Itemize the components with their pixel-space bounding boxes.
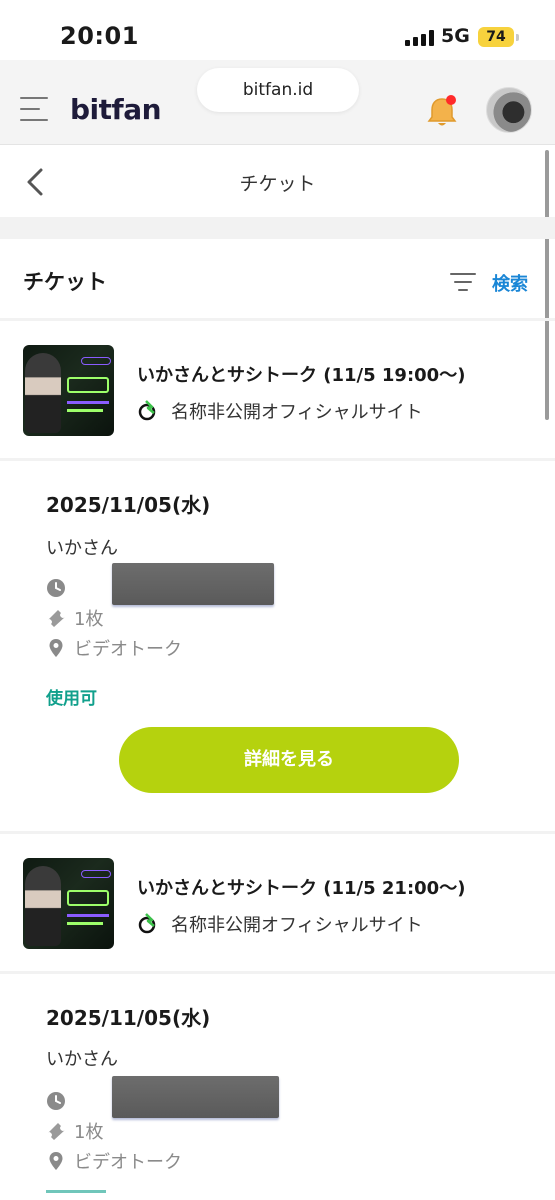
event-header[interactable]: いかさんとサシトーク (11/5 21:00〜) 名称非公開オフィシャルサイト [0,834,555,974]
ticket-type: ビデオトーク [74,1152,182,1173]
network-type: 5G [441,25,470,47]
event-thumbnail [23,858,114,949]
ticket-quantity: 1枚 [74,609,104,630]
cellular-signal-icon [405,30,435,46]
ticket-date: 2025/11/05(水) [46,1006,211,1030]
clock-icon [46,578,66,598]
organizer-name: 名称非公開オフィシャルサイト [171,402,423,423]
page-header: チケット [0,145,555,217]
ticket-icon [46,608,66,628]
filter-icon[interactable] [450,271,476,293]
hamburger-icon[interactable] [20,95,48,123]
event-title: いかさんとサシトーク (11/5 19:00〜) [137,365,466,386]
location-pin-icon [46,1151,66,1171]
address-bar[interactable]: bitfan.id [197,68,359,112]
organizer-logo-icon [137,399,159,421]
view-details-button[interactable]: 詳細を見る [119,727,459,793]
event-header[interactable]: いかさんとサシトーク (11/5 19:00〜) 名称非公開オフィシャルサイト [0,321,555,461]
ticket-date: 2025/11/05(水) [46,493,211,517]
ticket-type: ビデオトーク [74,639,182,660]
bitfan-logo[interactable]: bitfan [70,93,162,126]
ticket-status: 使用可 [46,689,97,709]
ticket-performer: いかさん [46,1049,118,1070]
battery-icon: 74 [478,27,519,47]
ticket-section-header: チケット 検索 [0,239,555,321]
ticket-icon [46,1121,66,1141]
user-avatar[interactable] [486,87,532,133]
section-title: チケット [23,270,107,294]
organizer-logo-icon [137,912,159,934]
redacted-time [112,563,274,605]
location-pin-icon [46,638,66,658]
app-header: bitfan bitfan.id [0,60,555,145]
clock-icon [46,1091,66,1111]
event-thumbnail [23,345,114,436]
organizer-name: 名称非公開オフィシャルサイト [171,915,423,936]
page-title: チケット [239,173,316,195]
event-title: いかさんとサシトーク (11/5 21:00〜) [137,878,466,899]
status-time: 20:01 [60,22,139,50]
bell-icon[interactable] [424,94,460,130]
search-button[interactable]: 検索 [492,270,528,296]
ticket-status-partial [46,1190,106,1200]
ticket-quantity: 1枚 [74,1122,104,1143]
ticket-performer: いかさん [46,538,118,559]
status-bar: 20:01 5G 74 [0,0,555,68]
section-separator [0,217,555,239]
redacted-time [112,1076,279,1118]
